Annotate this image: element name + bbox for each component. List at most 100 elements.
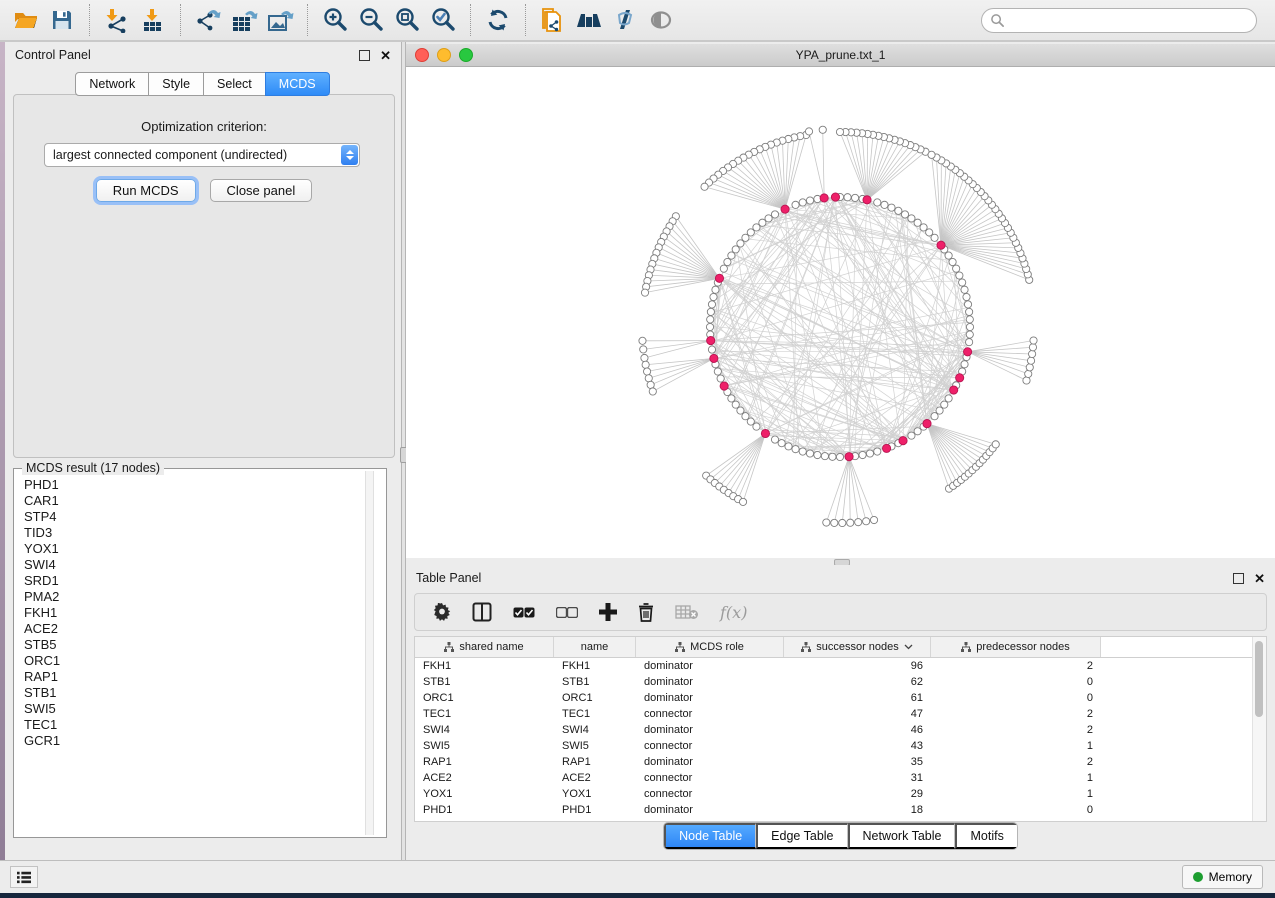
mcds-result-node[interactable]: YOX1 bbox=[24, 541, 386, 557]
zoom-selected-icon bbox=[429, 6, 457, 34]
mcds-result-node[interactable]: ORC1 bbox=[24, 653, 386, 669]
cell: 96 bbox=[784, 660, 931, 672]
tab-network-table[interactable]: Network Table bbox=[848, 823, 956, 849]
table-settings-button[interactable] bbox=[433, 600, 451, 624]
close-panel-button[interactable]: Close panel bbox=[210, 179, 313, 202]
import-table-button[interactable] bbox=[135, 3, 171, 37]
mcds-result-node[interactable]: STB1 bbox=[24, 685, 386, 701]
table-row[interactable]: RAP1RAP1dominator352 bbox=[415, 754, 1266, 770]
mcds-result-node[interactable]: PHD1 bbox=[24, 477, 386, 493]
horizontal-splitter[interactable] bbox=[406, 558, 1275, 565]
run-mcds-button[interactable]: Run MCDS bbox=[96, 179, 196, 202]
table-row[interactable]: FKH1FKH1dominator962 bbox=[415, 658, 1266, 674]
sort-desc-icon bbox=[904, 644, 913, 650]
table-row[interactable]: ACE2ACE2connector311 bbox=[415, 770, 1266, 786]
mcds-result-node[interactable]: SWI5 bbox=[24, 701, 386, 717]
zoom-fit-button[interactable] bbox=[389, 3, 425, 37]
open-folder-button[interactable] bbox=[8, 3, 44, 37]
export-network-button[interactable] bbox=[190, 3, 226, 37]
table-scrollbar-thumb[interactable] bbox=[1255, 641, 1263, 717]
mcds-result-node[interactable]: STB5 bbox=[24, 637, 386, 653]
toolbar-separator bbox=[525, 4, 526, 36]
binoculars-button[interactable] bbox=[571, 3, 607, 37]
table-row[interactable]: TEC1TEC1connector472 bbox=[415, 706, 1266, 722]
table-row[interactable]: SWI4SWI4dominator462 bbox=[415, 722, 1266, 738]
mcds-result-node[interactable]: FKH1 bbox=[24, 605, 386, 621]
list-icon bbox=[17, 870, 31, 884]
delete-column-button[interactable] bbox=[638, 600, 654, 624]
import-network-button[interactable] bbox=[99, 3, 135, 37]
mcds-result-node[interactable]: CAR1 bbox=[24, 493, 386, 509]
mcds-result-node[interactable]: GCR1 bbox=[24, 733, 386, 749]
create-column-button[interactable] bbox=[599, 600, 617, 624]
mcds-result-group: MCDS result (17 nodes) PHD1CAR1STP4TID3Y… bbox=[13, 468, 387, 838]
network-canvas[interactable] bbox=[406, 67, 1275, 558]
tab-network[interactable]: Network bbox=[75, 72, 149, 96]
unselect-all-columns-button[interactable] bbox=[556, 600, 578, 624]
clone-network-button[interactable] bbox=[535, 3, 571, 37]
mcds-result-node[interactable]: RAP1 bbox=[24, 669, 386, 685]
zoom-out-button[interactable] bbox=[353, 3, 389, 37]
save-button[interactable] bbox=[44, 3, 80, 37]
table-row[interactable]: STB1STB1dominator620 bbox=[415, 674, 1266, 690]
table-scrollbar[interactable] bbox=[1252, 637, 1266, 821]
table-row[interactable]: ORC1ORC1dominator610 bbox=[415, 690, 1266, 706]
close-panel-icon[interactable]: ✕ bbox=[1254, 574, 1265, 583]
cell: connector bbox=[636, 772, 784, 784]
refresh-button[interactable] bbox=[480, 3, 516, 37]
tab-motifs[interactable]: Motifs bbox=[955, 823, 1016, 849]
cell: 31 bbox=[784, 772, 931, 784]
show-column-panel-button[interactable] bbox=[472, 600, 492, 624]
cell: TEC1 bbox=[554, 708, 636, 720]
memory-button[interactable]: Memory bbox=[1182, 865, 1263, 889]
cell: 2 bbox=[931, 724, 1101, 736]
hide-labels-button[interactable] bbox=[607, 3, 643, 37]
desktop-wallpaper bbox=[0, 893, 1275, 898]
network-titlebar: YPA_prune.txt_1 bbox=[406, 44, 1275, 67]
zoom-in-button[interactable] bbox=[317, 3, 353, 37]
tab-style[interactable]: Style bbox=[148, 72, 204, 96]
float-panel-icon[interactable] bbox=[359, 50, 370, 61]
mcds-result-node[interactable]: TEC1 bbox=[24, 717, 386, 733]
select-all-columns-button[interactable] bbox=[513, 600, 535, 624]
mcds-result-node[interactable]: PMA2 bbox=[24, 589, 386, 605]
mcds-result-scrollbar[interactable] bbox=[365, 471, 374, 835]
mcds-result-node[interactable]: SRD1 bbox=[24, 573, 386, 589]
import-table-icon bbox=[140, 7, 166, 33]
zoom-selected-button[interactable] bbox=[425, 3, 461, 37]
export-image-button[interactable] bbox=[262, 3, 298, 37]
mcds-result-node[interactable]: STP4 bbox=[24, 509, 386, 525]
table-row[interactable]: PHD1PHD1dominator180 bbox=[415, 802, 1266, 818]
float-panel-icon[interactable] bbox=[1233, 573, 1244, 584]
task-history-button[interactable] bbox=[10, 866, 38, 888]
optimization-criterion-select[interactable]: largest connected component (undirected) bbox=[44, 143, 360, 167]
close-panel-icon[interactable]: ✕ bbox=[380, 51, 391, 60]
table-row[interactable]: YOX1YOX1connector291 bbox=[415, 786, 1266, 802]
tab-mcds[interactable]: MCDS bbox=[265, 72, 330, 96]
column-header-MCDS-role[interactable]: MCDS role bbox=[636, 637, 784, 657]
network-graph[interactable] bbox=[406, 67, 1275, 558]
cell: dominator bbox=[636, 804, 784, 816]
export-table-button[interactable] bbox=[226, 3, 262, 37]
function-builder-button[interactable]: f(x) bbox=[720, 600, 747, 624]
selected-option: largest connected component (undirected) bbox=[45, 148, 341, 162]
mcds-result-node[interactable]: TID3 bbox=[24, 525, 386, 541]
search-input[interactable] bbox=[1005, 11, 1256, 31]
mcds-result-node[interactable]: ACE2 bbox=[24, 621, 386, 637]
delete-table-button[interactable] bbox=[675, 600, 699, 624]
show-eye-button[interactable] bbox=[643, 3, 679, 37]
tab-node-table[interactable]: Node Table bbox=[664, 823, 756, 849]
tab-select[interactable]: Select bbox=[203, 72, 266, 96]
column-header-predecessor-nodes[interactable]: predecessor nodes bbox=[931, 637, 1101, 657]
tab-edge-table[interactable]: Edge Table bbox=[756, 823, 847, 849]
save-icon bbox=[50, 8, 74, 32]
cell: dominator bbox=[636, 676, 784, 688]
column-header-shared-name[interactable]: shared name bbox=[415, 637, 554, 657]
column-header-name[interactable]: name bbox=[554, 637, 636, 657]
hide-labels-icon bbox=[611, 7, 639, 33]
table-row[interactable]: SWI5SWI5connector431 bbox=[415, 738, 1266, 754]
column-header-successor-nodes[interactable]: successor nodes bbox=[784, 637, 931, 657]
toolbar-separator bbox=[307, 4, 308, 36]
mcds-result-node[interactable]: SWI4 bbox=[24, 557, 386, 573]
search-field[interactable] bbox=[981, 8, 1257, 33]
